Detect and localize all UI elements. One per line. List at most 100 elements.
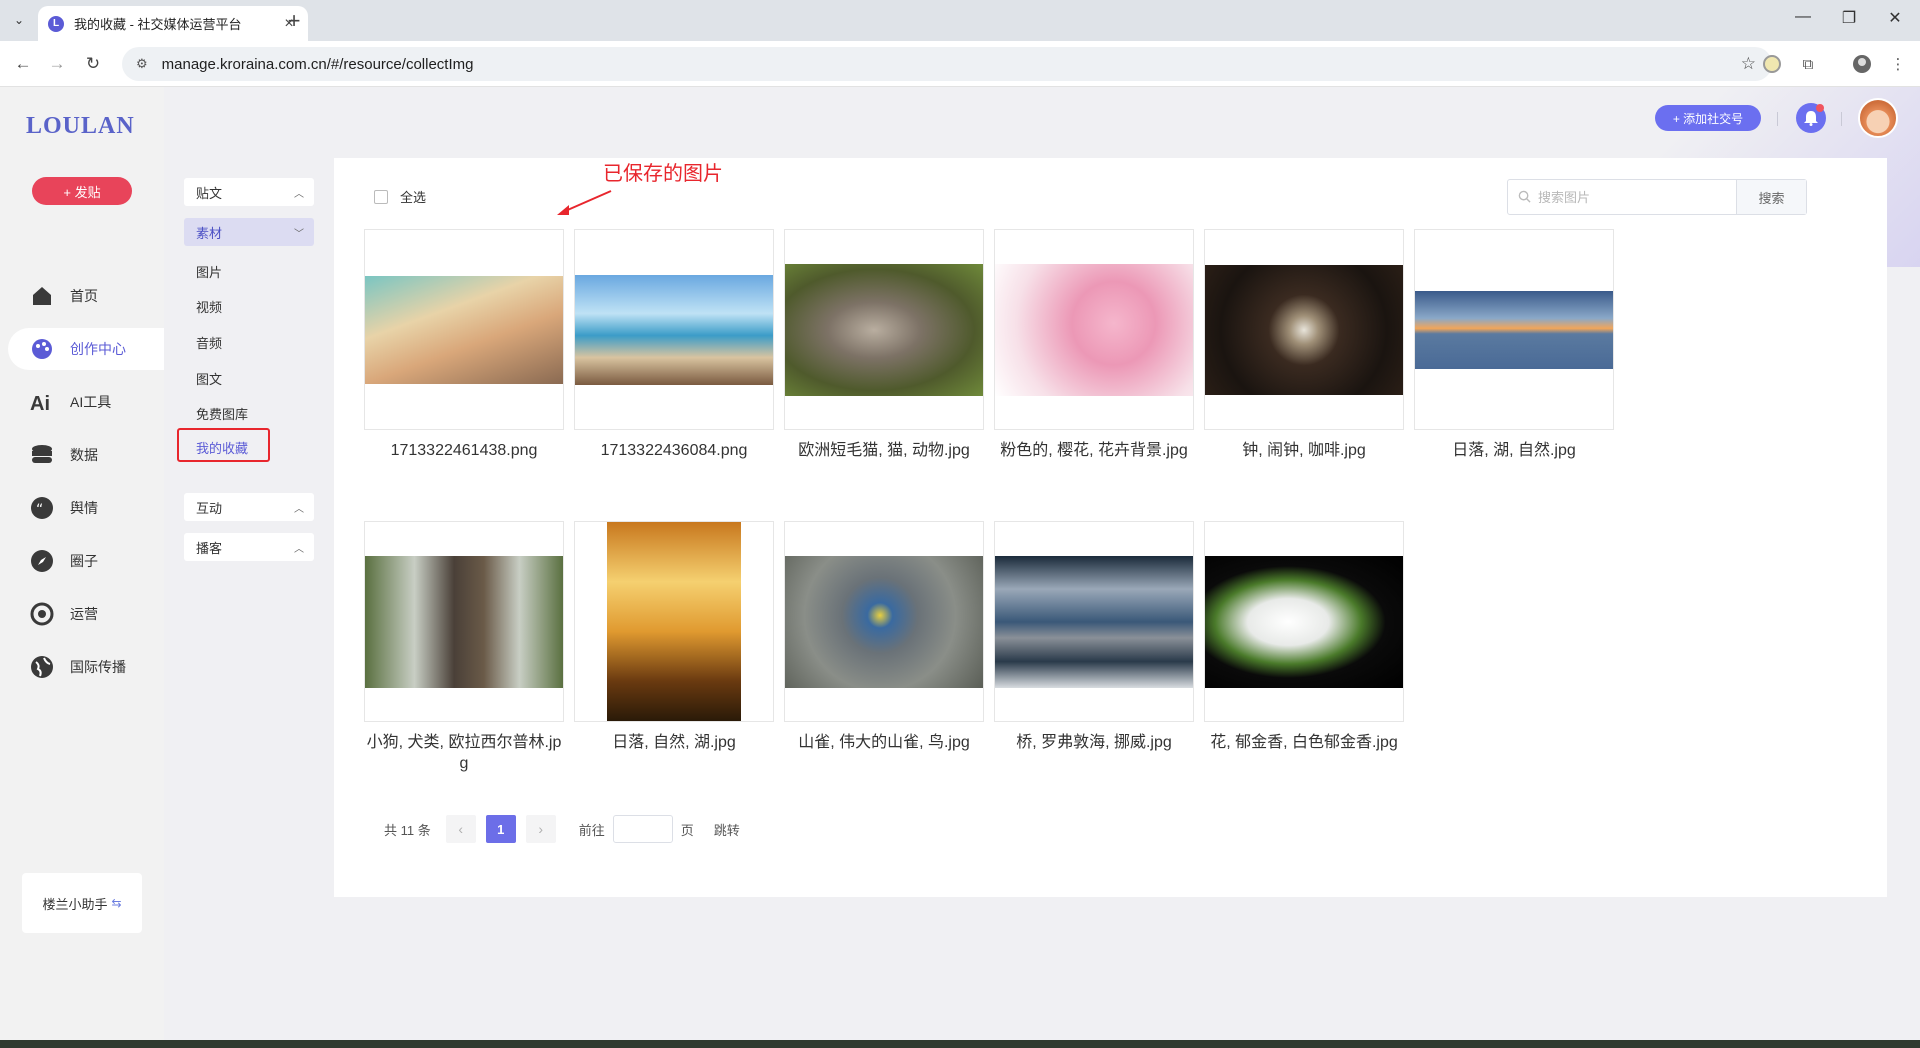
select-all-label: 全选 <box>400 190 427 205</box>
image-card[interactable]: 花, 郁金香, 白色郁金香.jpg <box>1204 521 1404 753</box>
page-number[interactable]: 1 <box>485 815 516 843</box>
jump-button[interactable]: 跳转 <box>714 820 740 839</box>
sidebar-item-label: 圈子 <box>70 553 98 569</box>
image-thumbnail[interactable] <box>1204 229 1404 430</box>
sidebar-item-home[interactable]: 首页 <box>8 275 164 317</box>
menu-group-label: 素材 <box>196 225 223 241</box>
svg-text:Ai: Ai <box>30 393 50 414</box>
menu-item-videos[interactable]: 视频 <box>196 297 222 316</box>
next-page-button[interactable]: › <box>525 815 556 843</box>
add-social-account-button[interactable]: + 添加社交号 <box>1655 105 1761 131</box>
sidebar-item-international[interactable]: 国际传播 <box>8 646 164 688</box>
menu-group-posts[interactable]: 贴文 ︿ <box>184 178 314 206</box>
image-preview <box>365 555 563 688</box>
search-input[interactable] <box>1508 180 1736 214</box>
image-preview <box>1415 290 1613 369</box>
image-name: 花, 郁金香, 白色郁金香.jpg <box>1210 734 1398 751</box>
image-preview <box>607 522 741 721</box>
menu-group-interact[interactable]: 互动 ︿ <box>184 493 314 521</box>
profile-icon[interactable] <box>1850 52 1874 76</box>
prev-page-button[interactable]: ‹ <box>445 815 476 843</box>
menu-item-free-gallery[interactable]: 免费图库 <box>196 404 248 423</box>
new-tab-icon[interactable]: + <box>282 8 306 34</box>
image-preview <box>575 274 773 385</box>
menu-item-audio[interactable]: 音频 <box>196 333 222 352</box>
site-info-icon[interactable]: ⚙ <box>136 56 148 72</box>
select-all[interactable]: 全选 <box>374 187 426 206</box>
image-name: 日落, 自然, 湖.jpg <box>612 734 736 751</box>
database-icon <box>30 443 54 467</box>
image-thumbnail[interactable] <box>994 229 1194 430</box>
image-preview <box>785 555 983 688</box>
tab-search-chevron-icon[interactable]: ⌄ <box>8 9 30 31</box>
browser-tab[interactable]: L 我的收藏 - 社交媒体运营平台 × <box>38 6 308 41</box>
image-card[interactable]: 小狗, 犬类, 欧拉西尔普林.jpg <box>364 521 564 774</box>
os-taskbar <box>0 1040 1920 1048</box>
pagination: 共 11 条 ‹ 1 › 前往 页 跳转 <box>384 815 740 843</box>
chevron-down-icon: ﹀ <box>294 228 304 240</box>
menu-group-material[interactable]: 素材 ﹀ <box>184 218 314 246</box>
image-thumbnail[interactable] <box>1414 229 1614 430</box>
address-bar[interactable]: ⚙ manage.kroraina.com.cn/#/resource/coll… <box>122 47 1772 81</box>
browser-menu-icon[interactable]: ⋮ <box>1886 52 1910 76</box>
sidebar-item-creation-center[interactable]: 创作中心 <box>8 328 164 370</box>
image-card[interactable]: 欧洲短毛猫, 猫, 动物.jpg <box>784 229 984 461</box>
menu-group-broadcast[interactable]: 播客 ︿ <box>184 533 314 561</box>
image-card[interactable]: 桥, 罗弗敦海, 挪威.jpg <box>994 521 1194 753</box>
image-card[interactable]: 日落, 自然, 湖.jpg <box>574 521 774 753</box>
image-thumbnail[interactable] <box>574 229 774 430</box>
sidebar-item-label: 国际传播 <box>70 659 126 675</box>
sidebar-item-ai-tools[interactable]: Ai AI工具 <box>8 381 164 423</box>
forward-icon[interactable]: → <box>44 51 70 77</box>
notification-bell-icon[interactable] <box>1796 103 1826 133</box>
image-name: 欧洲短毛猫, 猫, 动物.jpg <box>798 442 970 459</box>
favicon-icon: L <box>48 15 64 32</box>
sidebar-item-public-opinion[interactable]: “ 舆情 <box>8 487 164 529</box>
image-card[interactable]: 1713322436084.png <box>574 229 774 461</box>
sidebar-item-operation[interactable]: 运营 <box>8 593 164 635</box>
goto-page-input[interactable] <box>612 815 673 843</box>
back-icon[interactable]: ← <box>10 51 36 77</box>
image-card[interactable]: 日落, 湖, 自然.jpg <box>1414 229 1614 461</box>
search-button[interactable]: 搜索 <box>1736 180 1806 214</box>
image-thumbnail[interactable] <box>994 521 1194 722</box>
restore-icon[interactable]: ❐ <box>1826 8 1872 32</box>
image-thumbnail[interactable] <box>784 229 984 430</box>
avatar[interactable] <box>1858 98 1898 138</box>
app-logo: LOULAN <box>26 113 135 139</box>
sidebar-item-label: 数据 <box>70 447 98 463</box>
menu-item-images[interactable]: 图片 <box>196 262 222 281</box>
image-preview <box>785 263 983 396</box>
sidebar-item-data[interactable]: 数据 <box>8 434 164 476</box>
image-preview <box>1205 264 1403 395</box>
minimize-icon[interactable]: — <box>1780 8 1826 32</box>
assistant-widget[interactable]: 楼兰小助手 ⇆ <box>22 873 142 933</box>
sidebar-item-label: 首页 <box>70 288 98 304</box>
image-thumbnail[interactable] <box>574 521 774 722</box>
sidebar-item-circles[interactable]: 圈子 <box>8 540 164 582</box>
select-all-checkbox[interactable] <box>374 189 388 204</box>
image-card[interactable]: 钟, 闹钟, 咖啡.jpg <box>1204 229 1404 461</box>
total-count: 共 11 条 <box>384 822 431 838</box>
image-card[interactable]: 1713322461438.png <box>364 229 564 461</box>
extension-circle-icon[interactable] <box>1760 52 1784 76</box>
sidebar-item-label: 舆情 <box>70 500 98 516</box>
extensions-puzzle-icon[interactable]: ⧉ <box>1796 52 1820 76</box>
chevron-up-icon: ︿ <box>294 503 304 515</box>
image-card[interactable]: 粉色的, 樱花, 花卉背景.jpg <box>994 229 1194 461</box>
reload-icon[interactable]: ↻ <box>80 51 106 77</box>
bookmark-star-icon[interactable]: ☆ <box>1741 54 1756 74</box>
menu-item-graphic-text[interactable]: 图文 <box>196 369 222 388</box>
image-thumbnail[interactable] <box>1204 521 1404 722</box>
image-card[interactable]: 山雀, 伟大的山雀, 鸟.jpg <box>784 521 984 753</box>
image-thumbnail[interactable] <box>784 521 984 722</box>
annotation-label: 已保存的图片 <box>603 163 723 185</box>
image-thumbnail[interactable] <box>364 521 564 722</box>
image-name: 桥, 罗弗敦海, 挪威.jpg <box>1016 734 1172 751</box>
post-button[interactable]: + 发贴 <box>32 177 132 205</box>
goto-prefix: 前往 <box>578 822 605 838</box>
close-window-icon[interactable]: ✕ <box>1872 8 1918 32</box>
image-thumbnail[interactable] <box>364 229 564 430</box>
sidebar-item-label: 运营 <box>70 606 98 622</box>
image-name: 钟, 闹钟, 咖啡.jpg <box>1242 442 1366 459</box>
